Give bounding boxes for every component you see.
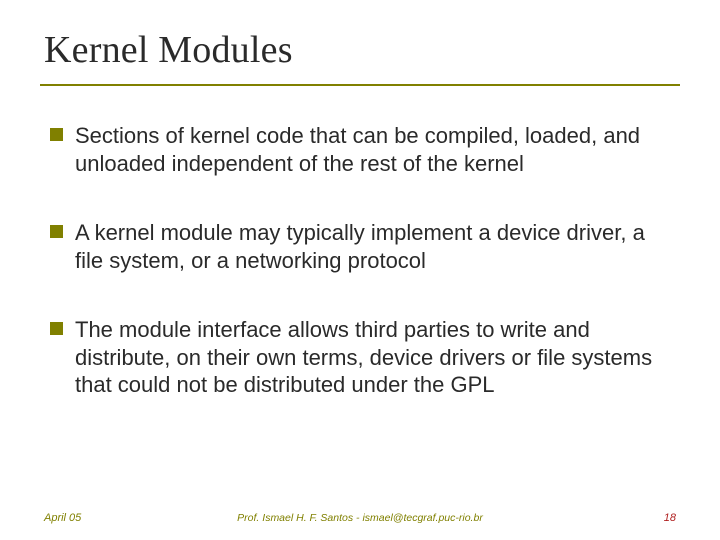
bullet-text: A kernel module may typically implement …	[75, 219, 676, 274]
square-bullet-icon	[50, 322, 63, 335]
bullet-text: Sections of kernel code that can be comp…	[75, 122, 676, 177]
bullet-item: The module interface allows third partie…	[50, 316, 676, 399]
bullet-text: The module interface allows third partie…	[75, 316, 676, 399]
bullet-item: A kernel module may typically implement …	[50, 219, 676, 274]
slide: Kernel Modules Sections of kernel code t…	[0, 0, 720, 540]
slide-content: Sections of kernel code that can be comp…	[44, 122, 676, 399]
slide-footer: April 05 Prof. Ismael H. F. Santos - ism…	[0, 512, 720, 524]
square-bullet-icon	[50, 128, 63, 141]
bullet-item: Sections of kernel code that can be comp…	[50, 122, 676, 177]
title-underline	[40, 84, 680, 86]
footer-date: April 05	[44, 512, 81, 524]
square-bullet-icon	[50, 225, 63, 238]
slide-title: Kernel Modules	[44, 28, 676, 72]
footer-author: Prof. Ismael H. F. Santos - ismael@tecgr…	[237, 512, 483, 524]
footer-page-number: 18	[664, 512, 676, 524]
